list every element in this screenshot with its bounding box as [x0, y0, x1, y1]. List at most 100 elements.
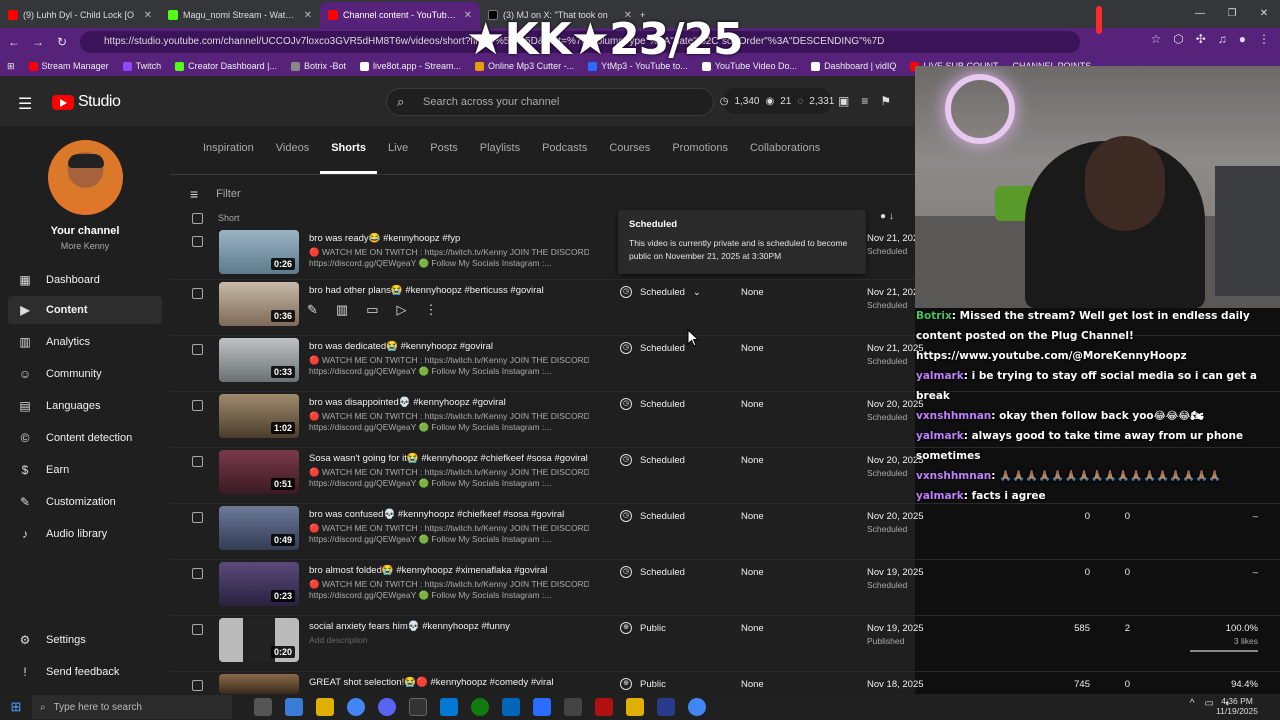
file-explorer-icon[interactable] [316, 698, 334, 716]
sidebar-item-customization[interactable]: ✎ Customization [8, 488, 162, 516]
video-title[interactable]: bro almost folded😭 #kennyhoopz #ximenafl… [309, 565, 547, 576]
windows-start-icon[interactable]: ⊞ [0, 699, 32, 715]
visibility-status[interactable]: ⊕ Public [620, 622, 666, 634]
row-checkbox[interactable] [192, 288, 203, 299]
tab-live[interactable]: Live [377, 142, 419, 162]
avatar[interactable] [48, 140, 123, 215]
bookmark[interactable]: Twitch [116, 61, 169, 71]
row-checkbox[interactable] [192, 400, 203, 411]
studio-logo[interactable]: Studio [52, 93, 121, 111]
tools-icon[interactable]: ⚑ [880, 94, 891, 108]
row-checkbox[interactable] [192, 236, 203, 247]
browser-tab[interactable]: Magu_nomi Stream - Watch Li ✕ [160, 2, 320, 28]
visibility-status[interactable]: ◷ Scheduled [620, 566, 685, 578]
apps-icon[interactable]: ⊞ [0, 61, 22, 72]
sidebar-item-community[interactable]: ☺ Community [8, 360, 162, 388]
edit-icon[interactable]: ✎ [307, 302, 318, 318]
visibility-dropdown[interactable]: ◷ Scheduled ⌄ [620, 286, 701, 298]
chrome-icon[interactable] [688, 698, 706, 716]
video-title[interactable]: bro had other plans😭 #kennyhoopz #bertic… [309, 285, 544, 296]
browser-tab-active[interactable]: Channel content - YouTube Stu ✕ [320, 2, 480, 28]
row-checkbox[interactable] [192, 512, 203, 523]
bookmark[interactable]: Stream Manager [22, 61, 116, 71]
chevron-up-icon[interactable]: ^ [1190, 698, 1195, 709]
discord-icon[interactable] [378, 698, 396, 716]
video-thumbnail[interactable]: 0:33 [219, 338, 299, 382]
menu-icon[interactable]: ⋮ [1258, 32, 1270, 46]
select-all-checkbox[interactable] [192, 213, 203, 224]
video-title[interactable]: bro was confused💀 #kennyhoopz #chiefkeef… [309, 509, 564, 520]
channel-stats-pill[interactable]: ◷ 1,340 ◉ 21 ◌ 2,331 [720, 88, 834, 114]
video-thumbnail[interactable] [219, 674, 299, 694]
outlook-icon[interactable] [440, 698, 458, 716]
tab-promotions[interactable]: Promotions [661, 142, 739, 162]
more-options-icon[interactable]: ⋮ [425, 302, 438, 318]
sidebar-item-send-feedback[interactable]: ! Send feedback [8, 658, 162, 686]
profile-icon[interactable]: ● [1239, 32, 1246, 46]
bookmark[interactable]: Dashboard | vidIQ [804, 61, 903, 71]
tab-videos[interactable]: Videos [265, 142, 320, 162]
close-icon[interactable]: ✕ [144, 10, 152, 21]
tab-inspiration[interactable]: Inspiration [192, 142, 265, 162]
table-row[interactable]: 0:20 social anxiety fears him💀 #kennyhoo… [170, 616, 1280, 672]
taskbar-clock[interactable]: 4:36 PM 11/19/2025 [1216, 696, 1258, 716]
sidebar-item-earn[interactable]: $ Earn [8, 456, 162, 484]
visibility-status[interactable]: ◷ Scheduled [620, 398, 685, 410]
sidebar-item-audio-library[interactable]: ♪ Audio library [8, 520, 162, 548]
puzzle-icon[interactable]: ✣ [1196, 32, 1206, 46]
video-thumbnail[interactable]: 0:49 [219, 506, 299, 550]
reload-icon[interactable]: ↻ [50, 35, 74, 49]
restore-icon[interactable]: ❐ [1216, 0, 1248, 28]
app-icon[interactable] [533, 698, 551, 716]
notifications-icon[interactable]: ≡ [861, 94, 868, 108]
minimize-icon[interactable]: — [1184, 0, 1216, 28]
row-checkbox[interactable] [192, 568, 203, 579]
visibility-status[interactable]: ◷ Scheduled [620, 342, 685, 354]
sidebar-item-languages[interactable]: ▤ Languages [8, 392, 162, 420]
visibility-status[interactable]: ◷ Scheduled [620, 510, 685, 522]
task-view-icon[interactable] [254, 698, 272, 716]
analytics-icon[interactable]: ▥ [336, 302, 348, 318]
forward-icon[interactable]: → [26, 35, 50, 49]
row-checkbox[interactable] [192, 344, 203, 355]
row-checkbox[interactable] [192, 624, 203, 635]
table-row[interactable]: GREAT shot selection!😭🔴 #kennyhoopz #com… [170, 672, 1280, 694]
store-icon[interactable] [502, 698, 520, 716]
network-icon[interactable]: ▭ [1205, 698, 1214, 709]
table-row[interactable]: 0:23 bro almost folded😭 #kennyhoopz #xim… [170, 560, 1280, 616]
row-checkbox[interactable] [192, 456, 203, 467]
video-thumbnail[interactable]: 0:20 [219, 618, 299, 662]
sort-down-icon[interactable]: ● ↓ [880, 211, 894, 222]
youtube-icon[interactable]: ▷ [397, 302, 407, 318]
visibility-status[interactable]: ⊕ Public [620, 678, 666, 690]
video-title[interactable]: bro was ready😂 #kennyhoopz #fyp [309, 233, 460, 244]
video-title[interactable]: social anxiety fears him💀 #kennyhoopz #f… [309, 621, 510, 632]
tab-shorts[interactable]: Shorts [320, 142, 378, 174]
back-icon[interactable]: ← [2, 35, 26, 49]
xbox-icon[interactable] [471, 698, 489, 716]
sidebar-item-dashboard[interactable]: ▦ Dashboard [8, 266, 162, 294]
video-thumbnail[interactable]: 1:02 [219, 394, 299, 438]
video-thumbnail[interactable]: 0:51 [219, 450, 299, 494]
chrome-icon[interactable] [347, 698, 365, 716]
copilot-icon[interactable] [285, 698, 303, 716]
tab-playlists[interactable]: Playlists [469, 142, 531, 162]
tab-courses[interactable]: Courses [598, 142, 661, 162]
voicemeeter-icon[interactable] [595, 698, 613, 716]
capcut-icon[interactable] [564, 698, 582, 716]
sidebar-item-settings[interactable]: ⚙ Settings [8, 626, 162, 654]
close-window-icon[interactable]: ✕ [1248, 0, 1280, 28]
vidiq-icon[interactable]: ▣ [838, 94, 849, 108]
media-icon[interactable]: ♫ [1218, 32, 1227, 46]
channel-search-input[interactable]: ⌕ Search across your channel [386, 88, 714, 116]
video-title[interactable]: GREAT shot selection!😭🔴 #kennyhoopz #com… [309, 677, 554, 688]
row-checkbox[interactable] [192, 680, 203, 691]
bookmark[interactable]: Creator Dashboard |... [168, 61, 284, 71]
tab-podcasts[interactable]: Podcasts [531, 142, 598, 162]
video-title[interactable]: Sosa wasn't going for it😭 #kennyhoopz #c… [309, 453, 588, 464]
sidebar-item-content[interactable]: ▶ Content [8, 296, 162, 324]
video-thumbnail[interactable]: 0:26 [219, 230, 299, 274]
filter-icon[interactable]: ≡ [190, 186, 198, 202]
close-icon[interactable]: ✕ [304, 10, 312, 21]
video-thumbnail[interactable]: 0:36 [219, 282, 299, 326]
